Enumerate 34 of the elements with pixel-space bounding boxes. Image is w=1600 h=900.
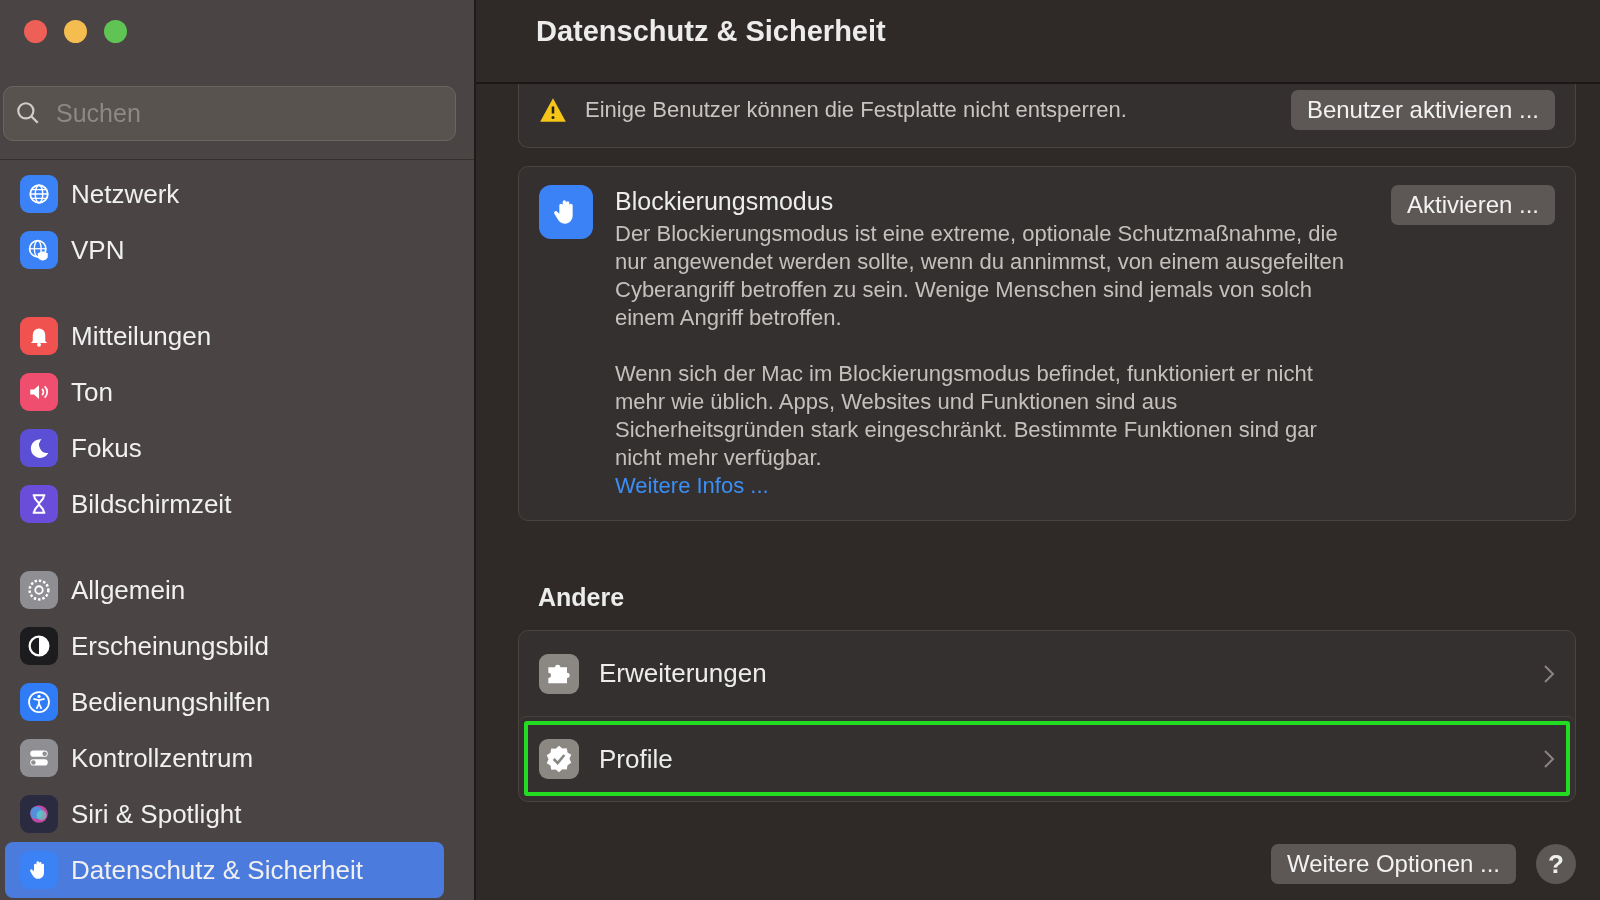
lockdown-description: Wenn sich der Mac im Blockierungsmodus befindet, funktioniert er nicht mehr wie üblich. Apps, Websites und Funktionen sind aus Sicherheitsgründen stark eingeschränkt. Bestimmte Funktionen sind gar nicht mehr verfügbar. — [615, 360, 1318, 472]
warning-text: Einige Benutzer können die Festplatte nicht entsperren. — [585, 96, 1128, 123]
sidebar-item[interactable]: Datenschutz & Sicherheit — [5, 842, 444, 898]
sidebar-item[interactable]: Kontrollzentrum — [5, 730, 444, 786]
sidebar-item[interactable]: Bildschirmzeit — [5, 476, 444, 532]
hand-icon — [539, 185, 593, 239]
settings-row[interactable]: Erweiterungen — [519, 631, 1575, 716]
more-info-link[interactable]: Weitere Infos ... — [615, 473, 769, 498]
close-button[interactable] — [24, 20, 47, 43]
sidebar-item[interactable]: Allgemein — [5, 562, 444, 618]
sidebar-item[interactable]: Siri & Spotlight — [5, 786, 444, 842]
chevron-icon — [1543, 749, 1555, 769]
sidebar-item[interactable]: Fokus — [5, 420, 444, 476]
sidebar-item[interactable]: Bedienungshilfen — [5, 674, 444, 730]
help-button[interactable]: ? — [1536, 844, 1576, 884]
activate-button[interactable]: Aktivieren ... — [1390, 185, 1555, 225]
lockdown-title: Blockierungsmodus — [615, 187, 835, 216]
lockdown-description: Der Blockierungsmodus ist eine extreme, optionale Schutzmaßnahme, die nur angewendet werden sollte, wenn du annimmst, von einem ausgefeilten Cyberangriff betroffen zu sein. Wenige Menschen sind jemals von solch einem Angriff betroffen. — [615, 220, 1345, 332]
sidebar-item[interactable]: Netzwerk — [5, 166, 444, 222]
section-heading: Andere — [538, 583, 626, 612]
zoom-button[interactable] — [104, 20, 127, 43]
more-options-button[interactable]: Weitere Optionen ... — [1271, 844, 1516, 884]
badge-check-icon — [539, 739, 579, 779]
sidebar-item[interactable]: Ton — [5, 364, 444, 420]
sidebar-item[interactable]: VPN — [5, 222, 444, 278]
settings-row[interactable]: Profile — [519, 716, 1575, 801]
window-title: Datenschutz & Sicherheit — [536, 14, 886, 48]
sidebar-item[interactable]: Mitteilungen — [5, 308, 444, 364]
chevron-icon — [1543, 663, 1555, 684]
sidebar-item[interactable]: Erscheinungsbild — [5, 618, 444, 674]
enable-users-button[interactable]: Benutzer aktivieren ... — [1290, 89, 1555, 130]
warning-icon — [539, 96, 567, 123]
minimize-button[interactable] — [64, 20, 87, 43]
puzzle-icon — [539, 653, 579, 694]
